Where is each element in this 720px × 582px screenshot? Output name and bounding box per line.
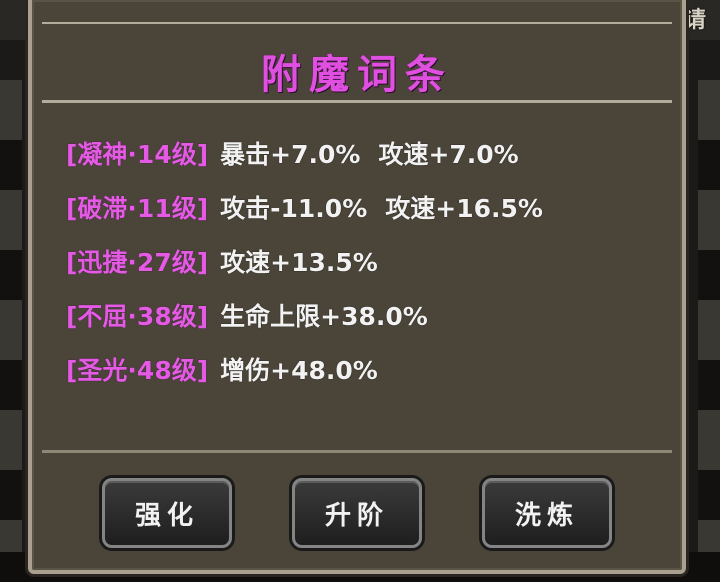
background-left-strip bbox=[0, 80, 22, 580]
enhance-button[interactable]: 强化 bbox=[102, 478, 232, 548]
corner-button-glyph[interactable]: 请 bbox=[684, 2, 706, 34]
divider-top bbox=[42, 22, 672, 24]
panel-title: 附魔词条 bbox=[261, 52, 453, 98]
affix-row: [破滞·11级] 攻击-11.0% 攻速+16.5% bbox=[66, 180, 672, 234]
divider-bottom bbox=[42, 450, 672, 453]
upgrade-button[interactable]: 升阶 bbox=[292, 478, 422, 548]
affix-effect: 攻速+13.5% bbox=[220, 248, 378, 277]
background-right-strip bbox=[698, 80, 720, 580]
affix-effect: 攻速+7.0% bbox=[378, 140, 519, 169]
affix-list: [凝神·14级] 暴击+7.0% 攻速+7.0% [破滞·11级] 攻击-11.… bbox=[66, 126, 672, 396]
affix-name: [迅捷·27级] bbox=[66, 248, 209, 277]
affix-effect: 攻速+16.5% bbox=[385, 194, 543, 223]
enchant-affix-panel: 附魔词条 [凝神·14级] 暴击+7.0% 攻速+7.0% [破滞·11级] 攻… bbox=[28, 0, 686, 574]
affix-effect: 增伤+48.0% bbox=[220, 356, 378, 385]
affix-effect: 攻击-11.0% bbox=[220, 194, 368, 223]
divider-title bbox=[42, 100, 672, 103]
affix-name: [圣光·48级] bbox=[66, 356, 209, 385]
affix-row: [凝神·14级] 暴击+7.0% 攻速+7.0% bbox=[66, 126, 672, 180]
reroll-button[interactable]: 洗炼 bbox=[482, 478, 612, 548]
affix-name: [凝神·14级] bbox=[66, 140, 209, 169]
affix-name: [不屈·38级] bbox=[66, 302, 209, 331]
affix-row: [迅捷·27级] 攻速+13.5% bbox=[66, 234, 672, 288]
affix-row: [圣光·48级] 增伤+48.0% bbox=[66, 342, 672, 396]
affix-effect: 暴击+7.0% bbox=[220, 140, 361, 169]
affix-name: [破滞·11级] bbox=[66, 194, 209, 223]
affix-row: [不屈·38级] 生命上限+38.0% bbox=[66, 288, 672, 342]
affix-effect: 生命上限+38.0% bbox=[220, 302, 428, 331]
